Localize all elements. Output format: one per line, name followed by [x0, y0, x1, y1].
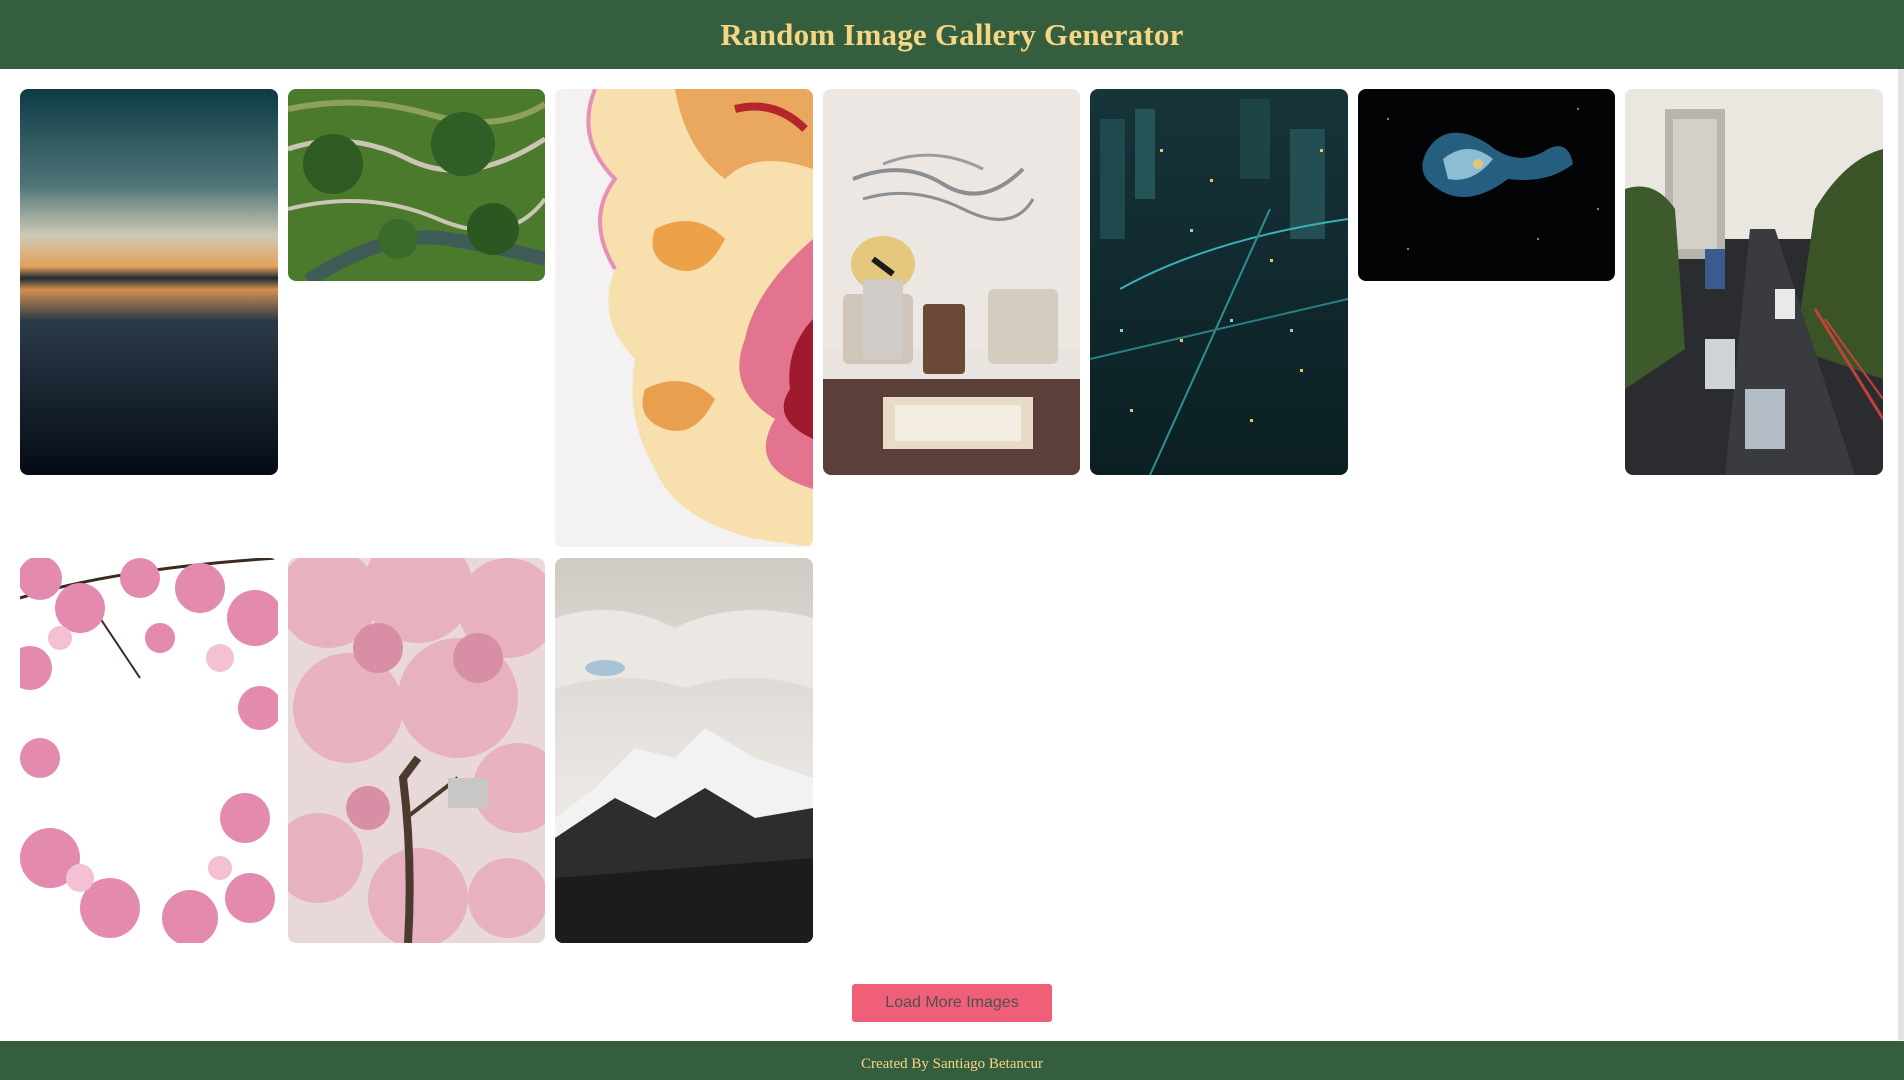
night-city-aerial-image [1090, 89, 1348, 475]
scrollbar-thumb[interactable] [1898, 0, 1904, 1040]
cherry-blossom-branches-image [20, 558, 278, 943]
fluid-abstract-art-image [555, 89, 813, 547]
page-header: Random Image Gallery Generator [0, 0, 1904, 69]
sunset-horizon-image [20, 89, 278, 475]
page-footer: Created By Santiago Betancur [0, 1041, 1904, 1080]
cherry-blossom-tree-image [288, 558, 545, 943]
footer-credit: Created By Santiago Betancur [860, 1056, 1044, 1072]
snowy-mountain-image [555, 558, 813, 943]
galaxy-nebula-image [1358, 89, 1615, 281]
sculpture-lounge-interior-image [823, 89, 1080, 475]
load-more-images-button[interactable]: Load More Images [852, 984, 1052, 1022]
page-title: Random Image Gallery Generator [720, 16, 1184, 52]
city-traffic-highway-image [1625, 89, 1883, 475]
rice-terraces-aerial-image [288, 89, 545, 281]
